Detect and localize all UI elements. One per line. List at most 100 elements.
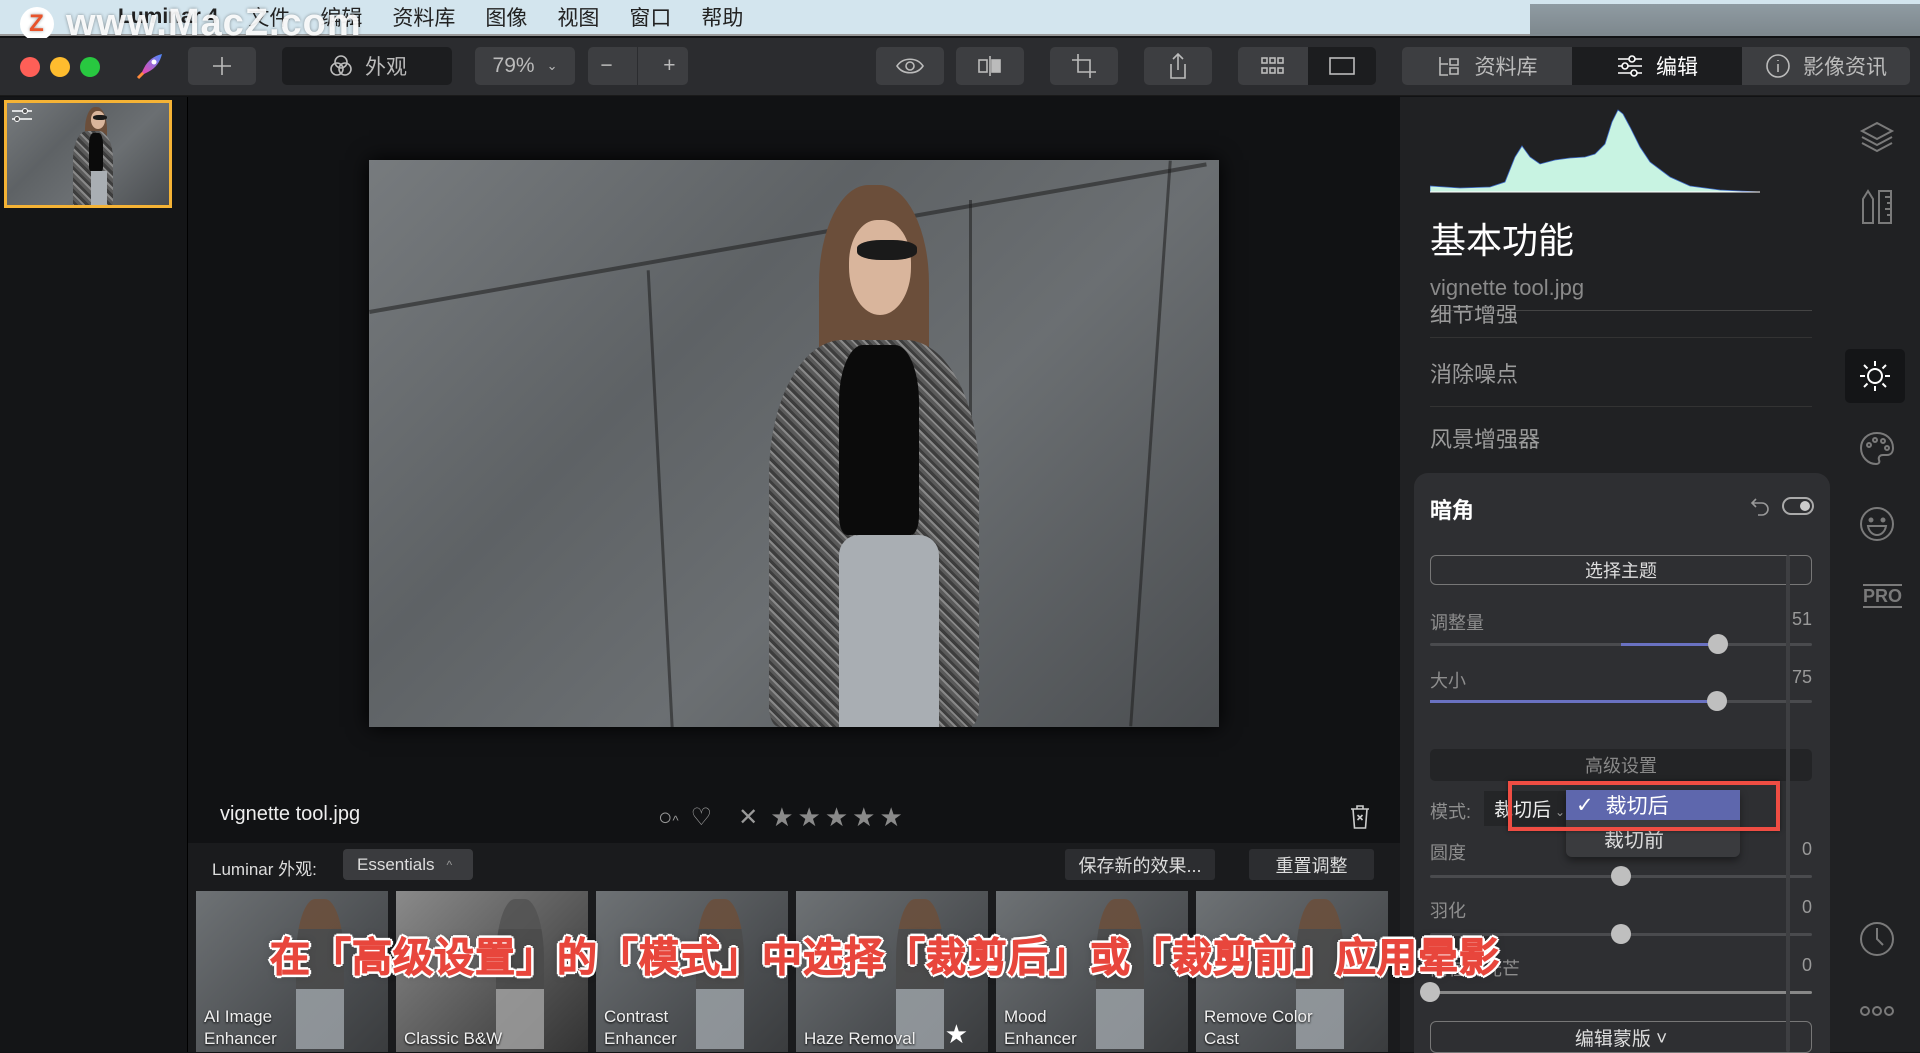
tab-library[interactable]: 资料库 — [1402, 47, 1572, 85]
gallery-view-button[interactable] — [1238, 47, 1308, 85]
looks-button[interactable]: 外观 — [282, 47, 452, 85]
trash-icon[interactable] — [1348, 803, 1372, 831]
close-window-button[interactable] — [20, 57, 40, 77]
tool-category-sidebar: PRO — [1830, 97, 1920, 1052]
compare-button[interactable] — [956, 47, 1024, 85]
image-canvas[interactable] — [188, 97, 1400, 843]
looks-collection-value: Essentials — [357, 854, 435, 874]
menu-help[interactable]: 帮助 — [701, 2, 743, 32]
reject-x-icon[interactable]: ✕ — [738, 803, 758, 832]
portrait-button[interactable] — [1855, 502, 1899, 546]
tab-info-label: 影像资讯 — [1803, 56, 1887, 79]
toolbar: 外观 79% ⌄ − + 资料库 编辑 影像资讯 — [0, 38, 1920, 96]
share-icon — [1170, 52, 1186, 79]
favorite-star-icon[interactable]: ★ — [945, 1019, 968, 1050]
inner-light-value: 0 — [1801, 955, 1812, 975]
tool-enable-toggle[interactable] — [1782, 497, 1814, 515]
star-4[interactable]: ★ — [852, 802, 875, 833]
zoom-divider — [637, 47, 639, 85]
slider-knob[interactable] — [1611, 866, 1631, 886]
add-photos-button[interactable] — [188, 47, 256, 85]
grid-icon — [1261, 57, 1284, 74]
menu-image[interactable]: 图像 — [485, 2, 527, 32]
advanced-settings-toggle[interactable]: 高级设置 — [1430, 749, 1812, 781]
annotation-highlight-box — [1508, 781, 1780, 831]
menu-library[interactable]: 资料库 — [392, 2, 455, 32]
creative-button[interactable] — [1855, 427, 1899, 471]
thumbnail-selected[interactable] — [4, 100, 172, 208]
slider-knob[interactable] — [1611, 924, 1631, 944]
select-subject-button[interactable]: 选择主题 — [1430, 555, 1812, 585]
zoom-dropdown[interactable]: 79% ⌄ — [475, 47, 575, 85]
menu-view[interactable]: 视图 — [557, 2, 599, 32]
preset-name: Classic B&W — [404, 1029, 503, 1048]
tab-image-info[interactable]: 影像资讯 — [1742, 47, 1910, 85]
preset-name: AI Image — [204, 1007, 273, 1026]
pro-button[interactable]: PRO — [1863, 584, 1903, 608]
tab-edit[interactable]: 编辑 — [1572, 47, 1742, 85]
star-1[interactable]: ★ — [770, 802, 793, 833]
preset-name: Cast — [1204, 1029, 1239, 1048]
edit-mask-button[interactable]: 编辑蒙版 ˅ — [1430, 1021, 1812, 1053]
reset-adjustments-button[interactable]: 重置调整 — [1249, 849, 1374, 880]
essentials-sun-icon — [1860, 361, 1890, 391]
preview-button[interactable] — [876, 47, 944, 85]
zoom-out-button[interactable]: − — [600, 54, 612, 78]
single-image-icon — [1329, 57, 1355, 75]
minimize-window-button[interactable] — [50, 57, 70, 77]
save-look-button[interactable]: 保存新的效果... — [1065, 849, 1215, 880]
tab-library-label: 资料库 — [1474, 56, 1538, 79]
rating-controls: ○^ ♡ ✕ ★ ★ ★ ★ ★ — [658, 802, 903, 833]
preset-name: Mood — [1004, 1007, 1047, 1026]
menu-window[interactable]: 窗口 — [629, 2, 671, 32]
preset-name: Enhancer — [204, 1029, 277, 1048]
tool-denoise[interactable]: 消除噪点 — [1430, 357, 1812, 407]
edited-badge-icon — [12, 108, 32, 122]
feather-label: 羽化 — [1430, 901, 1466, 921]
rocket-icon[interactable] — [134, 50, 166, 87]
slider-knob[interactable] — [1708, 634, 1729, 654]
library-icon — [1438, 57, 1459, 76]
undo-reset-icon[interactable] — [1750, 495, 1772, 517]
feather-value: 0 — [1801, 897, 1812, 917]
roundness-slider[interactable] — [1430, 866, 1812, 886]
chevron-down-icon: ⌄ — [546, 58, 558, 73]
star-2[interactable]: ★ — [798, 802, 821, 833]
image-filename: vignette tool.jpg — [220, 803, 361, 825]
size-value: 75 — [1791, 667, 1812, 687]
history-button[interactable] — [1855, 917, 1899, 961]
crop-button[interactable] — [1050, 47, 1118, 85]
favorite-heart-icon[interactable]: ♡ — [691, 803, 713, 832]
history-clock-icon — [1860, 922, 1894, 956]
tool-landscape-enhancer[interactable]: 风景增强器 — [1430, 422, 1812, 467]
canvas-tools-button[interactable] — [1855, 185, 1899, 229]
preset-name: Enhancer — [1004, 1029, 1077, 1048]
maximize-window-button[interactable] — [80, 57, 100, 77]
looks-collection-label: Luminar 外观: — [212, 860, 317, 879]
zoom-in-button[interactable]: + — [663, 54, 675, 78]
slider-knob[interactable] — [1420, 982, 1440, 1002]
layers-button[interactable] — [1855, 115, 1899, 159]
looks-collection-dropdown[interactable]: Essentials ^ — [343, 849, 473, 880]
edit-panel: 基本功能 vignette tool.jpg 细节增强 消除噪点 风景增强器 暗… — [1400, 97, 1830, 1053]
size-slider[interactable] — [1430, 691, 1812, 711]
panel-scrollbar[interactable] — [1786, 555, 1790, 1052]
tool-detail-enhancement[interactable]: 细节增强 — [1430, 305, 1812, 338]
main-photo[interactable] — [369, 160, 1219, 727]
color-label-icon[interactable]: ○^ — [658, 804, 679, 832]
slider-knob[interactable] — [1706, 691, 1727, 711]
amount-slider[interactable] — [1430, 634, 1812, 654]
share-button[interactable] — [1144, 47, 1212, 85]
image-info-row: vignette tool.jpg ○^ ♡ ✕ ★ ★ ★ ★ ★ — [188, 793, 1400, 843]
more-button[interactable] — [1855, 989, 1899, 1033]
more-icon — [1860, 1006, 1894, 1016]
amount-value: 51 — [1791, 609, 1812, 629]
chevron-up-icon: ^ — [446, 857, 453, 872]
single-view-button[interactable] — [1308, 47, 1376, 85]
star-5[interactable]: ★ — [879, 802, 902, 833]
looks-circles-icon — [330, 55, 352, 76]
zoom-level: 79% — [492, 54, 535, 77]
inner-light-slider[interactable] — [1420, 982, 1812, 1002]
star-3[interactable]: ★ — [825, 802, 848, 833]
essentials-button[interactable] — [1845, 349, 1905, 403]
